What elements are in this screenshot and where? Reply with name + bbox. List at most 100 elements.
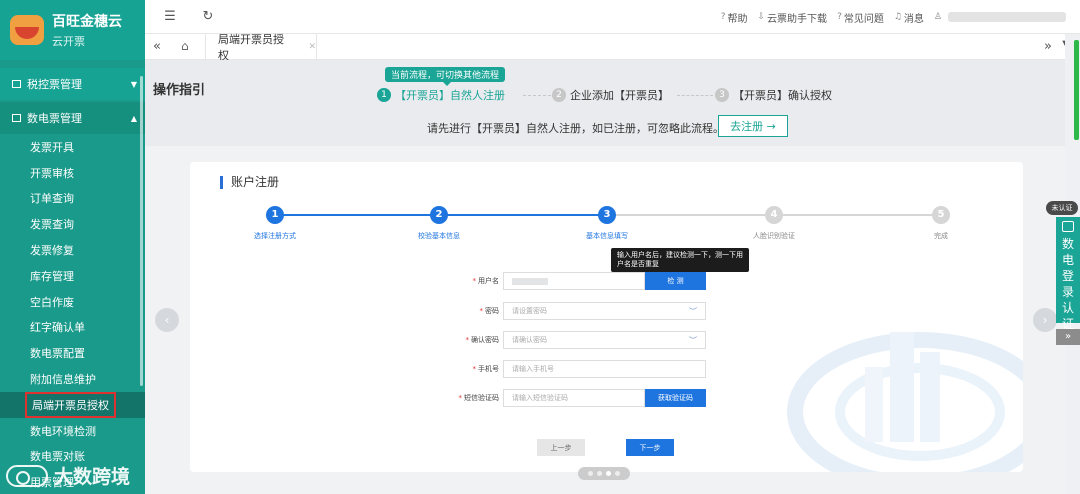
sidebar-group-digital-invoice[interactable]: 数电票管理 ▲	[0, 102, 145, 134]
carousel-dot[interactable]	[615, 471, 620, 476]
sms-code-placeholder: 请输入短信验证码	[512, 394, 568, 402]
user-menu[interactable]: ♙	[934, 12, 1066, 22]
close-icon[interactable]: ✕	[308, 42, 316, 52]
messages-link[interactable]: ♫ 消息	[894, 10, 924, 25]
sidebar-item-issuer-authorization[interactable]: 局端开票员授权	[0, 391, 145, 418]
sidebar-item-label: 订单查询	[30, 192, 74, 206]
carousel-dot[interactable]	[588, 471, 593, 476]
phone-placeholder: 请输入手机号	[512, 365, 554, 373]
carousel-next-icon[interactable]: ›	[1033, 308, 1057, 332]
download-link[interactable]: ⇩ 云票助手下载	[758, 10, 828, 25]
sidebar-item-label: 红字确认单	[30, 321, 85, 335]
sidebar-item-invoice-repair[interactable]: 发票修复	[0, 237, 145, 263]
guide-step-number: 1	[377, 88, 391, 102]
collapse-menu-icon[interactable]: ☰	[157, 9, 183, 24]
faq-icon: ?	[837, 12, 842, 22]
sms-code-field[interactable]: 请输入短信验证码	[503, 389, 645, 407]
password-label: * 密码	[479, 307, 500, 315]
sidebar-item-red-confirm[interactable]: 红字确认单	[0, 315, 145, 341]
username-field[interactable]	[503, 272, 645, 290]
guide-step-3[interactable]: 3 【开票员】确认授权	[715, 87, 832, 103]
confirm-password-placeholder: 请确认密码	[512, 336, 547, 344]
sidebar-group-tax-control[interactable]: 税控票管理 ▼	[0, 68, 145, 100]
sidebar-item-label: 发票开具	[30, 140, 74, 154]
top-bar: ☰ ↻ ? 帮助 ⇩ 云票助手下载 ? 常见问题 ♫ 消息 ♙	[145, 0, 1080, 34]
step-2-label: 校验基本信息	[418, 232, 460, 240]
sidebar-group-label: 税控票管理	[27, 78, 82, 91]
sms-code-label: * 短信验证码	[458, 394, 500, 402]
app-logo[interactable]: 百旺金穗云 云开票	[0, 0, 145, 60]
carousel-dot[interactable]	[597, 471, 602, 476]
sidebar-item-label: 发票查询	[30, 218, 74, 232]
step-4-label: 人脸识别验证	[753, 232, 795, 240]
sidebar-item-env-check[interactable]: 数电环境检测	[0, 418, 145, 444]
carousel-prev-icon[interactable]: ‹	[155, 308, 179, 332]
help-label: 帮助	[727, 13, 748, 25]
username-tooltip: 输入用户名后，建议检测一下，测一下用户名是否重复	[611, 248, 749, 276]
guide-step-label: 【开票员】确认授权	[733, 89, 832, 102]
bell-icon: ♫	[893, 12, 902, 22]
brand-watermark: 大数跨境	[6, 462, 130, 489]
guide-step-number: 2	[552, 88, 566, 102]
page-scrollbar[interactable]	[1074, 40, 1079, 140]
step-1-indicator: 1	[266, 206, 284, 224]
app-subtitle: 云开票	[52, 35, 85, 48]
tab-issuer-authorization[interactable]: 局端开票员授权 ✕	[205, 33, 317, 62]
step-1-label: 选择注册方式	[254, 232, 296, 240]
check-username-button[interactable]: 检 测	[645, 272, 706, 290]
messages-label: 消息	[903, 13, 924, 25]
current-flow-badge: 当前流程，可切换其他流程	[385, 67, 506, 86]
next-step-button[interactable]: 下一步	[626, 439, 674, 456]
arrow-right-icon: →	[766, 119, 776, 133]
content-area: ‹ › 账户注册 1 2 3 4 5 选择注册方式 校验基本信息 基本信息填写 …	[145, 146, 1065, 494]
guide-step-label: 【开票员】自然人注册	[395, 89, 505, 102]
sidebar-item-inventory[interactable]: 库存管理	[0, 263, 145, 289]
password-field[interactable]: 请设置密码 ︶	[503, 302, 706, 320]
help-link[interactable]: ? 帮助	[721, 10, 748, 25]
sidebar-group-label: 数电票管理	[27, 112, 82, 125]
carousel-dot-active[interactable]	[606, 471, 611, 476]
prev-step-button[interactable]: 上一步	[537, 439, 585, 456]
go-register-label: 去注册	[730, 120, 764, 133]
guide-step-2[interactable]: 2 企业添加【开票员】	[552, 87, 669, 103]
login-auth-label: 数电登录认证	[1062, 237, 1075, 331]
get-code-button[interactable]: 获取验证码	[645, 389, 706, 407]
sidebar-item-blank-void[interactable]: 空白作废	[0, 289, 145, 315]
sidebar-item-order-query[interactable]: 订单查询	[0, 186, 145, 212]
tabs-scroll-right-icon[interactable]: »	[1044, 39, 1052, 54]
step-3-indicator: 3	[598, 206, 616, 224]
sidebar-item-label: 数电环境检测	[30, 424, 96, 438]
menu-group-icon	[12, 80, 21, 88]
sidebar-scrollbar[interactable]	[140, 76, 143, 386]
confirm-password-field[interactable]: 请确认密码 ︶	[503, 331, 706, 349]
digital-login-auth-button[interactable]: 数电登录认证	[1056, 217, 1080, 331]
username-redacted	[948, 12, 1066, 22]
sidebar-item-invoice-issue[interactable]: 发票开具	[0, 134, 145, 160]
step-5-label: 完成	[934, 232, 948, 240]
username-row: * 用户名 检 测	[410, 272, 706, 290]
sidebar-item-label: 数电票配置	[30, 347, 85, 361]
download-icon: ⇩	[757, 12, 766, 22]
eye-closed-icon[interactable]: ︶	[689, 335, 697, 346]
faq-link[interactable]: ? 常见问题	[837, 10, 884, 25]
guide-step-number: 3	[715, 88, 729, 102]
refresh-icon[interactable]: ↻	[195, 9, 221, 24]
user-icon: ♙	[933, 12, 942, 22]
sidebar-item-invoice-review[interactable]: 开票审核	[0, 160, 145, 186]
guide-step-label: 企业添加【开票员】	[570, 89, 669, 102]
go-register-button[interactable]: 去注册 →	[718, 115, 788, 137]
phone-field[interactable]: 请输入手机号	[503, 360, 706, 378]
card-title: 账户注册	[220, 176, 279, 189]
home-icon[interactable]: ⌂	[181, 39, 189, 53]
tabs-scroll-left-icon[interactable]: «	[153, 39, 161, 54]
sidebar-item-extra-info[interactable]: 附加信息维护	[0, 366, 145, 392]
rail-expand-icon[interactable]: »	[1056, 329, 1080, 345]
app-name: 百旺金穗云	[52, 14, 122, 30]
sidebar-item-invoice-query[interactable]: 发票查询	[0, 211, 145, 237]
sidebar-item-digital-config[interactable]: 数电票配置	[0, 340, 145, 366]
guide-step-1[interactable]: 1 【开票员】自然人注册	[377, 87, 505, 103]
tab-bar: « ⌂ 局端开票员授权 ✕ » ▼	[145, 33, 1080, 62]
eye-closed-icon[interactable]: ︶	[689, 306, 697, 317]
guide-step-connector	[523, 95, 551, 96]
help-icon: ?	[720, 12, 726, 22]
